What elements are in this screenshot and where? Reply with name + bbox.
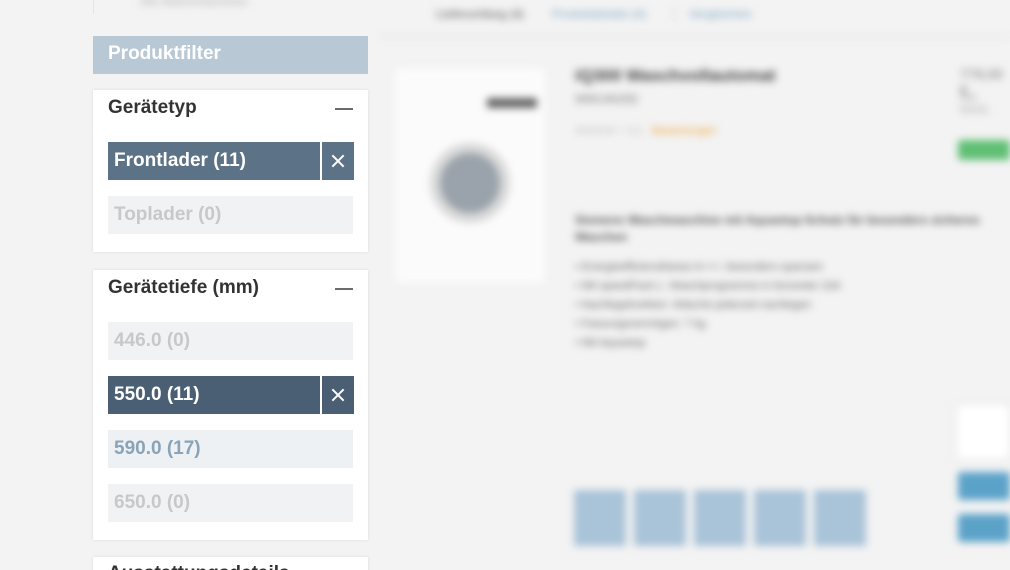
feature-list: Energieeffizienzklasse A+++: besonders s… — [575, 258, 1010, 353]
filter-option-label[interactable]: 590.0 (17) — [108, 430, 353, 468]
product-tabs: Lieferumfang (4) Produktdetails (4) Verg… — [380, 0, 1010, 28]
product-filter-sidebar: Produktfilter Gerätetyp Frontlader (11) … — [93, 0, 369, 570]
details-button[interactable] — [958, 472, 1010, 500]
filter-option-label[interactable]: Frontlader (11) — [108, 142, 320, 180]
collapse-icon[interactable] — [335, 108, 353, 110]
filter-option-frontlader[interactable]: Frontlader (11) — [108, 142, 354, 180]
feature-thumbnail[interactable] — [574, 490, 626, 546]
tab-produktdetails[interactable]: Produktdetails (4) — [552, 7, 646, 21]
filter-section-header[interactable]: Gerätetyp — [93, 90, 368, 126]
divider — [93, 0, 94, 14]
filter-section-title: Gerätetyp — [108, 97, 197, 118]
filter-section-geraetetiefe: Gerätetiefe (mm) 446.0 (0) 550.0 (11) 59… — [93, 270, 368, 540]
price-note: inkl. MwSt. — [960, 92, 991, 116]
product-rating[interactable]: ★★★★☆ 4,1 Bewertungen — [575, 124, 717, 137]
filter-option-550[interactable]: 550.0 (11) — [108, 376, 354, 414]
close-icon[interactable] — [322, 376, 354, 414]
feature-thumbnail[interactable] — [694, 490, 746, 546]
filter-option-650: 650.0 (0) — [108, 484, 353, 522]
filter-option-446: 446.0 (0) — [108, 322, 353, 360]
feature-item: Mit speedPack L: Waschprogramme in kürze… — [575, 277, 1010, 296]
feature-item: Nachlegefunktion: Wäsche jederzeit nachl… — [575, 296, 1010, 315]
feature-item: Fassungsvermögen: 7 kg — [575, 315, 1010, 334]
filter-header: Produktfilter — [93, 36, 368, 74]
filter-option-label: Toplader (0) — [108, 196, 353, 234]
feature-thumbnail[interactable] — [814, 490, 866, 546]
buy-button[interactable] — [958, 514, 1010, 542]
product-image[interactable] — [395, 68, 545, 283]
page: Alle Waschmaschinen Lieferumfang (4) Pro… — [0, 0, 1010, 570]
filter-section-title: Gerätetiefe (mm) — [108, 277, 259, 298]
close-icon[interactable] — [322, 142, 354, 180]
compare-checkbox-box[interactable] — [956, 404, 1010, 460]
product-model: WM14N292 — [575, 92, 639, 106]
product-description: Siemens Waschmaschine mit Aquastop-Schut… — [575, 213, 980, 244]
feature-item: Energieeffizienzklasse A+++: besonders s… — [575, 258, 1010, 277]
rating-stars: ★★★★☆ 4,1 — [575, 125, 643, 137]
filter-option-label: 446.0 (0) — [108, 322, 353, 360]
compare-link[interactable]: Vergleichen — [674, 7, 752, 21]
availability-badge — [958, 140, 1010, 160]
feature-thumbnails — [574, 490, 866, 546]
feature-item: Mit Aquastop — [575, 334, 1010, 353]
feature-thumbnail[interactable] — [754, 490, 806, 546]
divider — [380, 36, 1010, 38]
filter-section-header[interactable]: Gerätetiefe (mm) — [93, 270, 368, 306]
filter-section-header[interactable]: Ausstattungsdetails — [93, 557, 368, 570]
filter-option-label[interactable]: 550.0 (11) — [108, 376, 320, 414]
feature-thumbnail[interactable] — [634, 490, 686, 546]
filter-option-toplader: Toplader (0) — [108, 196, 353, 234]
filter-option-590[interactable]: 590.0 (17) — [108, 430, 353, 468]
product-title[interactable]: iQ300 Waschvollautomat — [575, 66, 776, 86]
tab-lieferumfang[interactable]: Lieferumfang (4) — [436, 7, 524, 21]
control-panel-graphic — [487, 98, 537, 108]
rating-link[interactable]: Bewertungen — [652, 125, 717, 137]
drum-graphic — [430, 143, 510, 223]
filter-section-geraetetyp: Gerätetyp Frontlader (11) Toplader (0) — [93, 90, 368, 252]
collapse-icon[interactable] — [335, 288, 353, 290]
filter-option-label: 650.0 (0) — [108, 484, 353, 522]
